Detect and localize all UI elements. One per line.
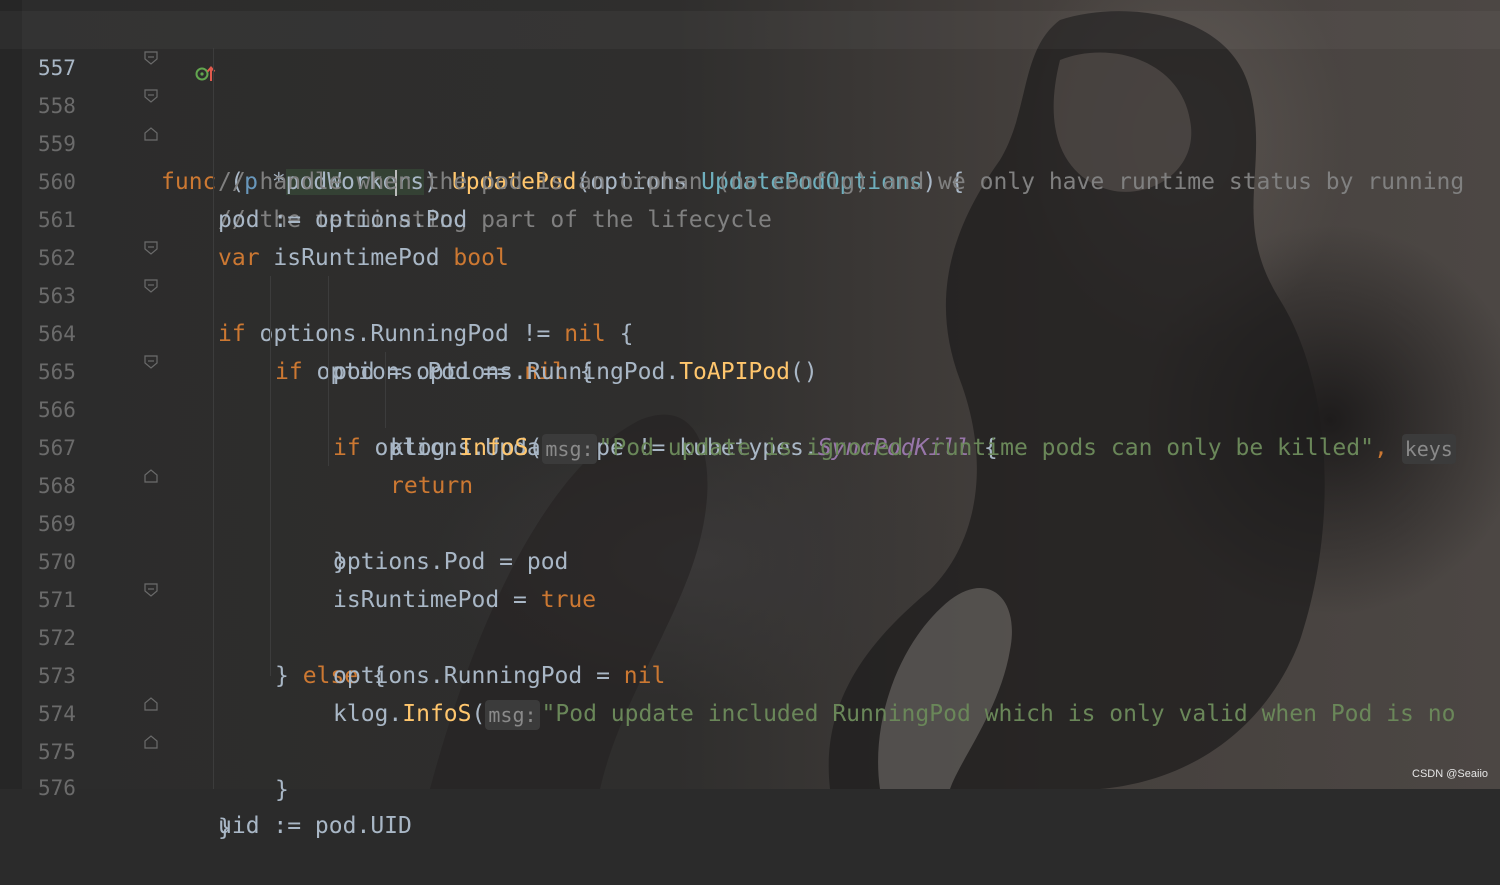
code-line[interactable]: 575 } [0,695,1500,841]
code-line[interactable]: 557 func (p *podWorkers) UpdatePod(optio… [0,11,1500,196]
code-line[interactable]: 558 // handle when the pod is an orphan … [0,49,1500,195]
code-line[interactable]: 574 } [0,657,1500,803]
fold-open-icon[interactable] [144,213,158,255]
code-line[interactable]: 559 // the terminating part of the lifec… [0,87,1500,233]
indent-guide [328,276,329,466]
code-line[interactable]: 573 klog.InfoS(msg: "Pod update included … [0,619,1500,730]
code-line[interactable]: 571 } else { [0,543,1500,689]
code-line[interactable]: 564 pod = options.RunningPod.ToAPIPod() [0,277,1500,385]
code-line[interactable]: 577 [0,767,1500,789]
code-line[interactable]: 566 klog.InfoS(msg: "Pod update is ignore… [0,353,1500,464]
code-line[interactable]: 572 options.RunningPod = nil [0,581,1500,689]
fold-open-icon[interactable] [144,23,158,65]
code-line[interactable]: 568 } [0,429,1500,575]
code-line[interactable]: 560 pod := options.Pod [0,125,1500,233]
code-line[interactable]: 563 if options.Pod == nil { [0,239,1500,385]
fold-close-icon[interactable] [144,441,158,483]
fold-close-icon[interactable] [144,99,158,141]
code-line[interactable]: 562 if options.RunningPod != nil { [0,201,1500,347]
code-text: uid := pod.UID [218,813,412,839]
implements-up-arrow-icon[interactable] [112,20,216,81]
fold-close-icon[interactable] [144,707,158,749]
fold-close-icon[interactable] [144,669,158,711]
indent-guide [213,48,214,789]
code-line[interactable]: 570 isRuntimePod = true [0,505,1500,613]
code-editor[interactable]: 557 func (p *podWorkers) UpdatePod(optio… [0,0,1500,841]
code-line[interactable]: 565 if options.UpdateType != kubetypes.S… [0,315,1500,461]
code-line[interactable]: 569 options.Pod = pod [0,467,1500,575]
fold-open-icon[interactable] [144,61,158,103]
fold-open-icon[interactable] [144,251,158,293]
indent-guide [385,352,386,428]
code-line[interactable]: 561 var isRuntimePod bool [0,163,1500,271]
code-line[interactable]: 576 uid := pod.UID [0,731,1500,839]
watermark: CSDN @Seaiio [1412,768,1488,780]
code-line[interactable]: 567 return [0,391,1500,499]
fold-open-icon[interactable] [144,327,158,369]
indent-guide [270,276,271,676]
fold-open-icon[interactable] [144,555,158,597]
